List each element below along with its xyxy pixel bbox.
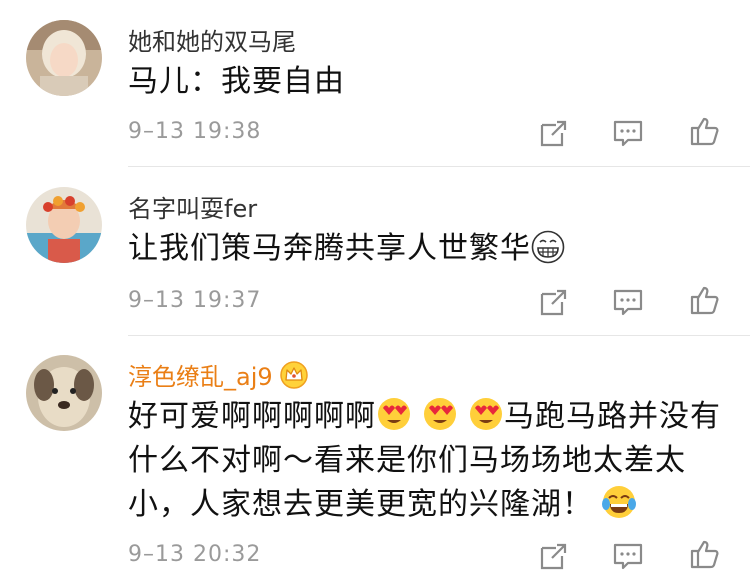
- comment-text: 让我们策马奔腾共享人世繁华: [128, 227, 728, 271]
- divider: [128, 335, 750, 336]
- comment-item-3: 淳色缭乱_aj9 好可爱啊啊啊啊啊 马跑马路并没有 什么不对啊～看来是你们马场场…: [0, 337, 750, 583]
- timestamp: 9–13 20:32: [128, 542, 262, 567]
- avatar[interactable]: [26, 187, 102, 263]
- comment-icon[interactable]: [612, 117, 644, 149]
- username[interactable]: 名字叫耍fer: [128, 189, 257, 224]
- like-icon[interactable]: [689, 538, 721, 570]
- comment-text-line-3: 小，人家想去更美更宽的兴隆湖！: [128, 483, 728, 527]
- grin-emoji-icon: [531, 230, 565, 264]
- timestamp: 9–13 19:38: [128, 119, 262, 144]
- comment-text: 马儿：我要自由: [128, 64, 345, 99]
- comment-item-2: 名字叫耍fer 让我们策马奔腾共享人世繁华 9–13 19:37: [0, 167, 750, 337]
- like-icon[interactable]: [689, 115, 721, 147]
- comment-text-line-1: 好可爱啊啊啊啊啊 马跑马路并没有: [128, 395, 728, 439]
- comment-item-1: 她和她的双马尾 马儿：我要自由 9–13 19:38: [0, 0, 750, 167]
- heart-eyes-emoji-icon: [470, 398, 502, 430]
- comment-text-content: 让我们策马奔腾共享人世繁华: [128, 231, 531, 266]
- repost-icon[interactable]: [538, 286, 570, 318]
- comment-text-segment: 马跑马路并没有: [504, 399, 721, 434]
- repost-icon[interactable]: [538, 540, 570, 572]
- heart-eyes-emoji-icon: [378, 398, 410, 430]
- heart-eyes-emoji-icon: [424, 398, 456, 430]
- tears-of-joy-emoji-icon: [602, 486, 636, 518]
- comment-text-segment: 好可爱啊啊啊啊啊: [128, 399, 376, 434]
- comment-icon[interactable]: [612, 540, 644, 572]
- repost-icon[interactable]: [538, 117, 570, 149]
- comment-text-segment: 小，人家想去更美更宽的兴隆湖！: [128, 487, 593, 522]
- timestamp: 9–13 19:37: [128, 288, 262, 313]
- username-text: 淳色缭乱_aj9: [128, 363, 273, 391]
- username[interactable]: 淳色缭乱_aj9: [128, 357, 309, 392]
- comment-text: 好可爱啊啊啊啊啊 马跑马路并没有 什么不对啊～看来是你们马场场地太差太 小，人家…: [128, 395, 728, 527]
- like-icon[interactable]: [689, 284, 721, 316]
- avatar[interactable]: [26, 20, 102, 96]
- avatar[interactable]: [26, 355, 102, 431]
- username[interactable]: 她和她的双马尾: [128, 22, 296, 57]
- crown-badge-icon: [279, 361, 308, 389]
- comment-icon[interactable]: [612, 286, 644, 318]
- comment-text-line-2: 什么不对啊～看来是你们马场场地太差太: [128, 443, 686, 478]
